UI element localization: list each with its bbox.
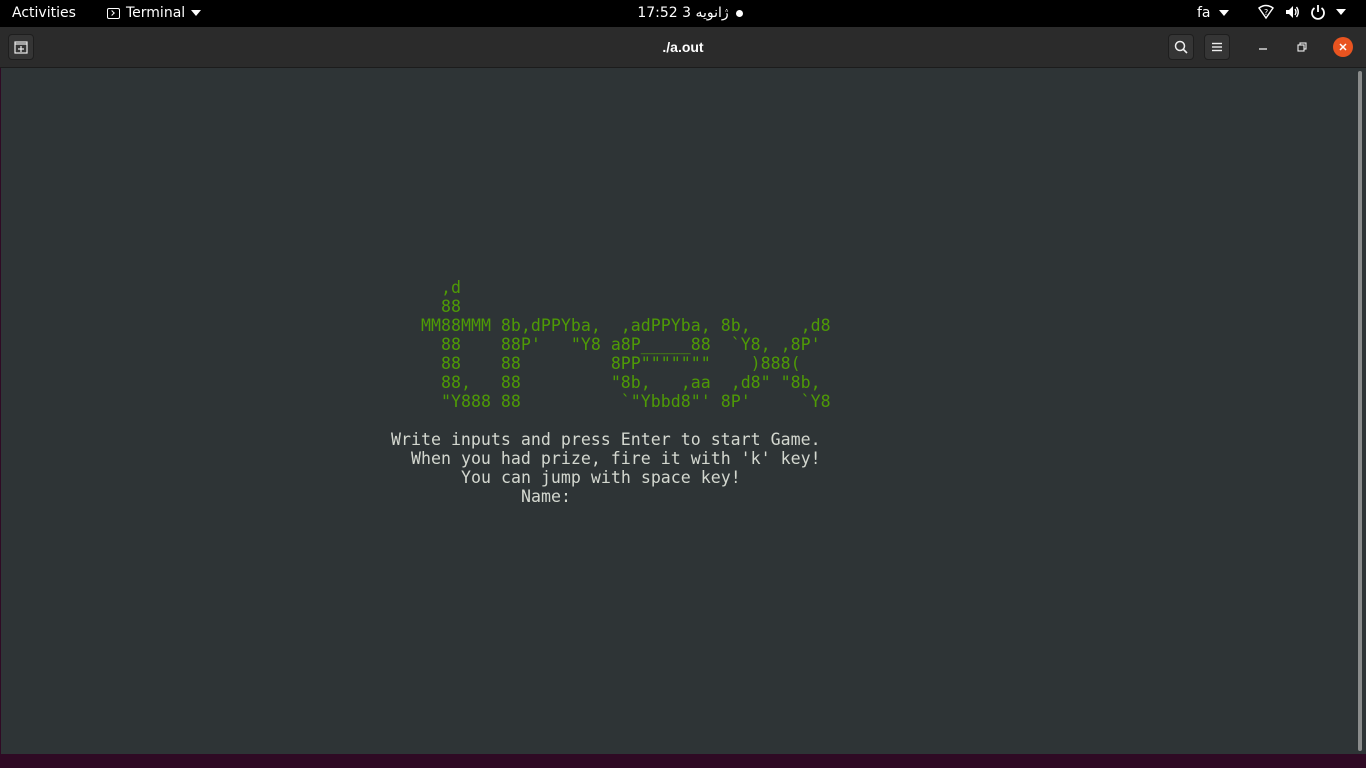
close-icon	[1339, 43, 1347, 51]
top-bar: Activities Terminal 17:52 ژانویه 3 fa ?	[0, 0, 1366, 27]
chevron-down-icon	[191, 10, 202, 16]
scrollbar[interactable]	[1352, 68, 1366, 754]
banner-line: 88 88P' "Y8 a8P_____88 `Y8, ,8P'	[421, 335, 821, 354]
hamburger-icon	[1212, 42, 1222, 52]
terminal-content[interactable]: ,d 88 MM88MMM 8b,dPPYba, ,adPPYba, 8b, ,…	[1, 68, 1352, 754]
window-bottom-border	[0, 754, 1366, 768]
minimize-button[interactable]	[1253, 37, 1273, 57]
system-menu[interactable]: ?	[1258, 4, 1346, 20]
minimize-icon	[1259, 48, 1267, 50]
instruction-line: Write inputs and press Enter to start Ga…	[391, 430, 821, 449]
keyboard-layout-label: fa	[1197, 5, 1211, 21]
search-button[interactable]	[1168, 34, 1194, 60]
banner-line: "Y888 88 `"Ybbd8"' 8P' `Y8	[421, 392, 831, 411]
keyboard-layout-menu[interactable]: fa	[1197, 5, 1229, 21]
banner-line: 88 88 8PP""""""" )888(	[421, 354, 801, 373]
app-menu[interactable]: Terminal	[107, 5, 202, 21]
svg-text:?: ?	[1264, 8, 1268, 17]
clock[interactable]: 17:52 ژانویه 3	[637, 5, 728, 21]
clock-area: 17:52 ژانویه 3	[0, 5, 1366, 21]
instruction-line: You can jump with space key!	[461, 468, 741, 487]
banner-line: MM88MMM 8b,dPPYba, ,adPPYba, 8b, ,d8	[421, 316, 831, 335]
header-bar: ./a.out	[0, 27, 1366, 68]
terminal-icon	[107, 7, 120, 19]
instruction-line: When you had prize, fire it with 'k' key…	[411, 449, 821, 468]
chevron-down-icon	[1218, 10, 1229, 16]
activities-button[interactable]: Activities	[12, 5, 76, 21]
search-icon	[1174, 40, 1188, 54]
maximize-button[interactable]	[1292, 37, 1312, 57]
banner-line: ,d	[421, 278, 461, 297]
chevron-down-icon	[1336, 9, 1346, 15]
notification-dot-icon	[735, 9, 743, 17]
network-icon: ?	[1258, 4, 1274, 20]
window-title: ./a.out	[662, 39, 704, 55]
menu-button[interactable]	[1204, 34, 1230, 60]
scrollbar-thumb[interactable]	[1358, 71, 1362, 751]
power-icon	[1310, 4, 1326, 20]
volume-icon	[1284, 4, 1300, 20]
app-menu-label: Terminal	[126, 5, 186, 21]
banner-line: 88, 88 "8b, ,aa ,d8" "8b,	[421, 373, 821, 392]
name-prompt: Name:	[521, 487, 571, 506]
restore-icon	[1297, 42, 1307, 52]
terminal-window: ./a.out ,d 88 MM88MMM 8b,dPPYba, ,adPPYb…	[0, 27, 1366, 768]
banner-line: 88	[421, 297, 461, 316]
close-button[interactable]	[1333, 37, 1353, 57]
